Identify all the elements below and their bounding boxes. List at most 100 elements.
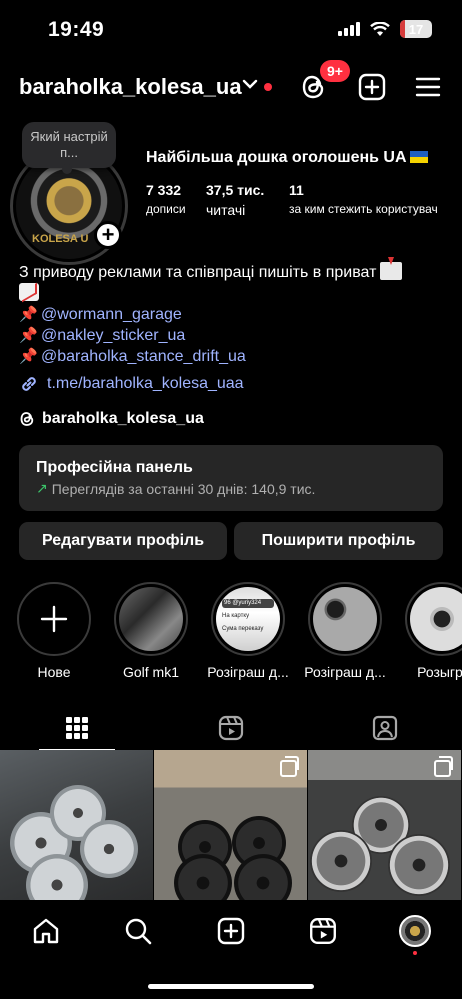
pro-panel-subtitle: ↗ Переглядів за останні 30 днів: 140,9 т… [36, 480, 426, 497]
pro-panel-views: Переглядів за останні 30 днів: 140,9 тис… [51, 480, 316, 497]
chart-emoji-icon [19, 283, 39, 301]
ukraine-flag-icon [409, 151, 428, 163]
link-icon [22, 377, 36, 391]
bio-mention-line: 📌 @wormann_garage [19, 304, 449, 325]
bio-line: З приводу реклами та співпраці пишіть в … [19, 257, 449, 283]
highlight-label: Нове [37, 664, 71, 680]
post-thumbnail[interactable] [0, 750, 153, 900]
mention-link[interactable]: @baraholka_stance_drift_ua [41, 348, 246, 365]
nav-create[interactable] [215, 915, 247, 947]
highlight-label: Golf mk1 [122, 664, 179, 680]
home-icon [33, 918, 59, 944]
tab-reels[interactable] [154, 708, 308, 748]
highlight-preview-text: На картку [222, 613, 250, 619]
stat-value: 7 332 [146, 182, 182, 198]
wheel-image [388, 834, 450, 896]
profile-title-text: Найбільша дошка оголошень UA [146, 149, 407, 166]
create-icon [217, 917, 245, 945]
profile-bio: З приводу реклами та співпраці пишіть в … [19, 257, 449, 367]
battery-fill [400, 20, 406, 38]
highlight-cover [405, 582, 462, 656]
menu-button[interactable] [414, 72, 444, 102]
menu-icon [415, 77, 441, 97]
highlight-image: 96 @yuriy324 На картку Сума переказу [216, 587, 280, 651]
highlight-new[interactable]: Нове [15, 582, 93, 680]
external-link[interactable]: t.me/baraholka_kolesa_uaa [47, 375, 244, 393]
profile-tabs [0, 704, 462, 751]
professional-dashboard[interactable]: Професійна панель ↗ Переглядів за останн… [19, 445, 443, 511]
account-switcher-username[interactable]: baraholka_kolesa_ua [19, 74, 242, 100]
mention-link[interactable]: @wormann_garage [41, 306, 182, 323]
post-thumbnail[interactable] [308, 750, 461, 900]
highlight-image [119, 587, 183, 651]
reels-icon [218, 715, 244, 741]
stat-following[interactable]: 11 за ким стежить користувач [289, 182, 438, 216]
wheel-image [234, 854, 292, 900]
status-time: 19:49 [48, 18, 105, 41]
pushpin-emoji-icon: 📌 [19, 348, 38, 365]
post-thumbnail[interactable] [154, 750, 307, 900]
reels-icon [310, 918, 336, 944]
highlight-preview-text: 96 @yuriy324 [222, 599, 274, 608]
highlight-preview-text: Сума переказу [222, 626, 264, 632]
pushpin-emoji-icon: 📌 [19, 306, 38, 323]
highlight-label: Розыгры [417, 664, 462, 680]
nav-search[interactable] [122, 915, 154, 947]
tab-posts-grid[interactable] [0, 708, 154, 748]
nav-reels[interactable] [307, 915, 339, 947]
highlight-cover [114, 582, 188, 656]
unread-dot [264, 83, 272, 91]
stat-posts[interactable]: 7 332 дописи [146, 182, 186, 216]
status-bar: 19:49 17 [0, 0, 462, 60]
battery-indicator: 17 [400, 20, 432, 38]
chevron-down-icon[interactable] [242, 78, 258, 90]
highlight-label: Розіграш д... [207, 664, 289, 680]
highlight-cover [308, 582, 382, 656]
highlight-image [313, 587, 377, 651]
bio-mention-line: 📌 @nakley_sticker_ua [19, 325, 449, 346]
tab-tagged[interactable] [308, 708, 462, 748]
pushpin-emoji-icon: 📌 [19, 327, 38, 344]
profile-avatar-icon [399, 915, 431, 947]
highlight-item[interactable]: Розыгры [403, 582, 462, 680]
threads-profile-link[interactable]: baraholka_kolesa_ua [19, 410, 204, 428]
trend-up-icon: ↗ [36, 480, 48, 496]
stat-label: читачі [206, 202, 246, 218]
nav-profile[interactable] [399, 915, 431, 947]
stat-label: за ким стежить користувач [289, 202, 438, 216]
home-indicator [148, 984, 314, 989]
carousel-icon [280, 756, 299, 777]
edit-profile-button[interactable]: Редагувати профіль [19, 522, 227, 560]
envelope-emoji-icon [380, 257, 403, 280]
stat-followers[interactable]: 37,5 тис. читачі [206, 182, 264, 218]
highlight-image [410, 587, 462, 651]
threads-username: baraholka_kolesa_ua [42, 410, 204, 427]
profile-title: Найбільша дошка оголошень UA [146, 149, 428, 167]
bio-mention-line: 📌 @baraholka_stance_drift_ua [19, 346, 449, 367]
highlight-item[interactable]: 96 @yuriy324 На картку Сума переказу Роз… [207, 582, 289, 680]
avatar-logo-text: KOLESA U [32, 233, 89, 245]
highlight-item[interactable]: Розіграш д... [304, 582, 386, 680]
stat-value: 11 [289, 182, 304, 198]
highlight-cover: 96 @yuriy324 На картку Сума переказу [211, 582, 285, 656]
note-bubble[interactable]: Який настрій п... [22, 122, 116, 174]
external-link-row[interactable]: t.me/baraholka_kolesa_uaa [19, 374, 244, 394]
plus-icon [17, 582, 91, 656]
bio-line [19, 283, 449, 304]
share-profile-button[interactable]: Поширити профіль [234, 522, 443, 560]
stat-label: дописи [146, 202, 186, 216]
add-post-icon [358, 73, 386, 101]
add-post-button[interactable] [357, 72, 387, 102]
battery-level: 17 [408, 21, 424, 37]
pro-panel-title: Професійна панель [36, 459, 193, 476]
threads-icon [20, 412, 34, 426]
story-highlights: Нове Golf mk1 96 @yuriy324 На картку Сум… [0, 582, 462, 682]
nav-home[interactable] [30, 915, 62, 947]
add-story-button[interactable]: + [94, 221, 122, 249]
carousel-icon [434, 756, 453, 777]
bio-text: З приводу реклами та співпраці пишіть в … [19, 264, 377, 281]
mention-link[interactable]: @nakley_sticker_ua [41, 327, 185, 344]
posts-grid [0, 750, 462, 900]
highlight-item[interactable]: Golf mk1 [112, 582, 190, 680]
wifi-icon [370, 21, 390, 36]
